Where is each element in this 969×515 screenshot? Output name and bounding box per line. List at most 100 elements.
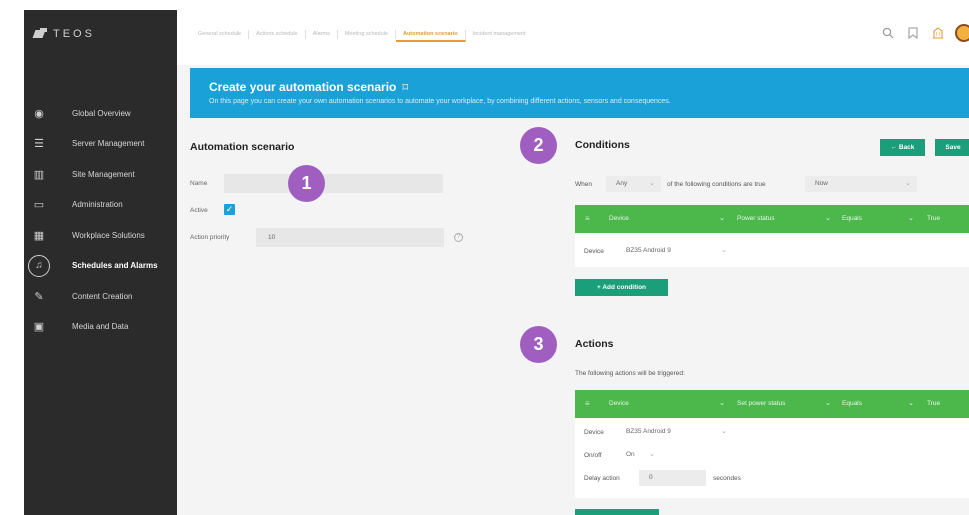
action-property-select[interactable]: Set power status ⌄: [737, 397, 831, 411]
condition-device-row: Device BZ35 Android 9 ⌄: [575, 235, 969, 267]
action-operator-select[interactable]: Equals ⌄: [842, 397, 914, 411]
drag-handle-icon[interactable]: ≡: [585, 399, 590, 408]
sidebar-nav: ◉ Global Overview ☰ Server Management ▥ …: [24, 98, 177, 342]
sidebar-item-workplace-solutions[interactable]: ▦ Workplace Solutions: [24, 220, 177, 251]
app-frame: TEOS ◉ Global Overview ☰ Server Manageme…: [24, 10, 969, 515]
tab-incident-management[interactable]: Incident management: [466, 30, 533, 39]
sidebar-item-site-management[interactable]: ▥ Site Management: [24, 159, 177, 190]
schedule-tabs: General schedule Actions schedule Alarms…: [191, 30, 533, 42]
teos-logo[interactable]: TEOS: [34, 28, 95, 40]
sidebar-item-label: Workplace Solutions: [72, 230, 145, 240]
chevron-down-icon: ⌄: [649, 180, 655, 187]
sidebar-item-administration[interactable]: ▭ Administration: [24, 190, 177, 221]
bell-icon: ♫: [28, 254, 50, 277]
condition-type-select[interactable]: Device ⌄: [609, 212, 725, 226]
action-device-label: Device: [584, 429, 604, 436]
tab-meeting-schedule[interactable]: Meeting schedule: [338, 30, 396, 39]
action-settings-box: Device BZ35 Android 9 ⌄ On/off On ⌄ Dela…: [575, 418, 969, 498]
priority-input[interactable]: 10: [256, 228, 444, 247]
sidebar-item-global-overview[interactable]: ◉ Global Overview: [24, 98, 177, 129]
chevron-down-icon: ⌄: [825, 400, 831, 407]
building-notification-icon[interactable]: [930, 25, 946, 41]
onoff-select[interactable]: On ⌄: [616, 447, 661, 463]
condition-value-select[interactable]: True: [927, 212, 969, 226]
conditions-title: Conditions: [575, 139, 630, 151]
action-type-select[interactable]: Device ⌄: [609, 397, 725, 411]
onoff-label: On/off: [584, 452, 602, 459]
bookmark-icon[interactable]: ⌑: [402, 81, 408, 94]
sidebar: TEOS ◉ Global Overview ☰ Server Manageme…: [24, 10, 177, 515]
name-input[interactable]: [224, 174, 443, 193]
tab-general-schedule[interactable]: General schedule: [191, 30, 250, 39]
tab-actions-schedule[interactable]: Actions schedule: [249, 30, 306, 39]
back-button[interactable]: ← Back: [880, 139, 925, 156]
sidebar-item-media-and-data[interactable]: ▣ Media and Data: [24, 312, 177, 343]
active-checkbox[interactable]: ✓: [224, 204, 235, 215]
building-icon: ▥: [33, 168, 45, 181]
chevron-down-icon: ⌄: [719, 215, 725, 222]
when-value: Any: [616, 180, 628, 187]
info-icon[interactable]: ?: [454, 233, 463, 242]
teos-logo-icon: [34, 28, 48, 40]
sidebar-item-schedules-and-alarms[interactable]: ♫ Schedules and Alarms: [24, 251, 177, 282]
sidebar-item-server-management[interactable]: ☰ Server Management: [24, 129, 177, 160]
name-label: Name: [190, 180, 208, 187]
condition-rule-bar: ≡ Device ⌄ Power status ⌄ Equals ⌄ True: [575, 205, 969, 233]
chevron-down-icon: ⌄: [908, 215, 914, 222]
tab-alarms[interactable]: Alarms: [306, 30, 338, 39]
when-suffix: of the following conditions are true: [667, 181, 766, 188]
add-condition-button[interactable]: + Add condition: [575, 279, 668, 296]
action-value-select[interactable]: True: [927, 397, 969, 411]
eye-icon: ◉: [34, 107, 44, 120]
user-avatar[interactable]: [955, 24, 969, 42]
chevron-down-icon: ⌄: [905, 180, 911, 187]
top-icons: [880, 24, 969, 42]
sidebar-item-label: Schedules and Alarms: [72, 261, 158, 271]
page-banner: Create your automation scenario ⌑ On this…: [190, 68, 969, 118]
server-icon: ☰: [34, 138, 44, 151]
condition-property-select[interactable]: Power status ⌄: [737, 212, 831, 226]
pen-icon: ✎: [34, 290, 44, 303]
delay-unit: secondes: [713, 475, 741, 482]
device-label: Device: [584, 248, 604, 255]
top-bar: General schedule Actions schedule Alarms…: [177, 10, 969, 65]
logo-text: TEOS: [53, 28, 95, 40]
bookmark-icon[interactable]: [905, 25, 921, 41]
time-value: Now: [815, 180, 829, 187]
save-button[interactable]: Save: [935, 139, 969, 156]
sidebar-item-label: Server Management: [72, 139, 145, 149]
sidebar-item-label: Site Management: [72, 169, 135, 179]
action-device-select[interactable]: BZ35 Android 9 ⌄: [616, 424, 733, 440]
actions-title: Actions: [575, 338, 614, 350]
sidebar-item-label: Media and Data: [72, 322, 129, 332]
device-select[interactable]: BZ35 Android 9 ⌄: [616, 243, 733, 259]
step-marker-1: 1: [288, 165, 325, 202]
time-select[interactable]: Now ⌄: [805, 176, 917, 192]
tab-automation-scenario[interactable]: Automation scenario: [395, 30, 466, 42]
step-marker-3: 3: [520, 326, 557, 363]
chevron-down-icon: ⌄: [908, 400, 914, 407]
search-icon[interactable]: [880, 25, 896, 41]
delay-input[interactable]: 0: [639, 470, 706, 486]
chevron-down-icon: ⌄: [719, 400, 725, 407]
sidebar-item-content-creation[interactable]: ✎ Content Creation: [24, 281, 177, 312]
when-select[interactable]: Any ⌄: [606, 176, 661, 192]
chevron-down-icon: ⌄: [721, 428, 727, 435]
chevron-down-icon: ⌄: [825, 215, 831, 222]
step-marker-2: 2: [520, 127, 557, 164]
banner-title: Create your automation scenario ⌑: [209, 80, 408, 94]
banner-subtitle: On this page you can create your own aut…: [209, 98, 671, 105]
image-icon: ▣: [33, 321, 45, 334]
sidebar-item-label: Content Creation: [72, 291, 133, 301]
condition-operator-select[interactable]: Equals ⌄: [842, 212, 914, 226]
drag-handle-icon[interactable]: ≡: [585, 214, 590, 223]
sidebar-item-label: Administration: [72, 200, 123, 210]
chevron-down-icon: ⌄: [721, 247, 727, 254]
chevron-down-icon: ⌄: [649, 451, 655, 458]
actions-intro: The following actions will be triggered:: [575, 370, 685, 377]
action-rule-bar: ≡ Device ⌄ Set power status ⌄ Equals ⌄ True: [575, 390, 969, 418]
sidebar-item-label: Global Overview: [72, 108, 131, 118]
monitor-icon: ▭: [33, 199, 45, 212]
add-action-button[interactable]: [575, 509, 659, 515]
scenario-title: Automation scenario: [190, 141, 295, 153]
